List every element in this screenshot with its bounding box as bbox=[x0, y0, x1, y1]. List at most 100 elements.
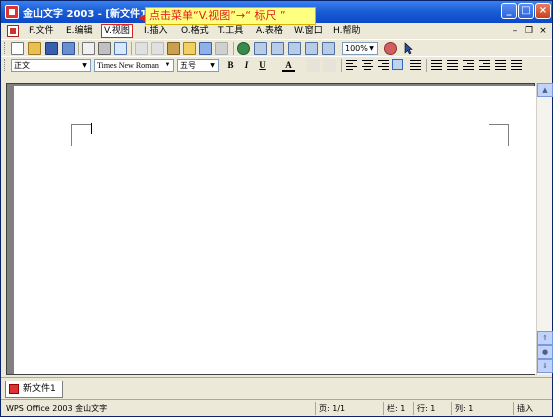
highlight-icon[interactable] bbox=[307, 59, 320, 72]
underline-button[interactable]: U bbox=[256, 59, 269, 72]
line-spacing-icon[interactable] bbox=[495, 60, 506, 71]
status-page: 页: 1/1 bbox=[315, 402, 383, 415]
margin-corner-top-left bbox=[71, 124, 91, 146]
toolbar-grip[interactable] bbox=[4, 59, 7, 71]
document-area bbox=[6, 83, 541, 375]
document-page[interactable] bbox=[14, 86, 541, 374]
menu-file[interactable]: F.文件 bbox=[27, 24, 56, 38]
redo-icon[interactable] bbox=[215, 42, 228, 55]
font-value: Times New Roman bbox=[97, 61, 159, 70]
menu-table[interactable]: A.表格 bbox=[254, 24, 285, 38]
menu-help[interactable]: H.帮助 bbox=[331, 24, 362, 38]
save-as-icon[interactable] bbox=[62, 42, 75, 55]
tab-label: 新文件1 bbox=[23, 384, 56, 394]
app-icon[interactable] bbox=[5, 5, 19, 19]
copy-icon[interactable] bbox=[151, 42, 164, 55]
separator bbox=[341, 59, 342, 72]
italic-button[interactable]: I bbox=[240, 59, 253, 72]
document-tabs-bar: 新文件1 bbox=[1, 377, 552, 399]
help-icon[interactable] bbox=[384, 42, 397, 55]
zoom-select[interactable]: 100% ▼ bbox=[342, 42, 378, 55]
undo-icon[interactable] bbox=[199, 42, 212, 55]
style-select[interactable]: 正文 ▼ bbox=[11, 59, 91, 72]
menu-view[interactable]: V.视图 bbox=[101, 24, 133, 38]
save-icon[interactable] bbox=[45, 42, 58, 55]
print-icon[interactable] bbox=[98, 42, 111, 55]
chevron-down-icon: ▼ bbox=[210, 62, 215, 69]
window-title: 金山文字 2003 - [新文件1] bbox=[23, 9, 152, 20]
decrease-indent-icon[interactable] bbox=[463, 60, 474, 71]
style-value: 正文 bbox=[14, 61, 30, 70]
numbering-icon[interactable] bbox=[447, 60, 458, 71]
doc-restore-icon[interactable]: ❐ bbox=[523, 25, 535, 37]
paste-icon[interactable] bbox=[167, 42, 180, 55]
align-right-icon[interactable] bbox=[378, 60, 389, 71]
spell-check-icon[interactable] bbox=[114, 42, 127, 55]
margin-corner-top-right bbox=[489, 124, 509, 146]
menu-tools[interactable]: T.工具 bbox=[216, 24, 245, 38]
insert-table-icon[interactable] bbox=[288, 42, 301, 55]
bullets-icon[interactable] bbox=[431, 60, 442, 71]
font-size-select[interactable]: 五号 ▼ bbox=[177, 59, 219, 72]
minimize-button[interactable]: _ bbox=[501, 3, 517, 19]
status-column: 栏: 1 bbox=[383, 402, 413, 415]
pointer-icon[interactable] bbox=[402, 42, 415, 55]
align-center-icon[interactable] bbox=[362, 60, 373, 71]
open-folder-icon[interactable] bbox=[28, 42, 41, 55]
menu-edit[interactable]: E.编辑 bbox=[64, 24, 95, 38]
separator bbox=[233, 42, 234, 55]
status-line: 行: 1 bbox=[413, 402, 451, 415]
chevron-down-icon: ▼ bbox=[369, 45, 374, 52]
drawing-icon[interactable] bbox=[322, 42, 335, 55]
status-mode[interactable]: 插入 bbox=[513, 402, 550, 415]
justify-icon[interactable] bbox=[392, 59, 403, 70]
font-color-button[interactable]: A bbox=[282, 59, 295, 72]
insert-picture-icon[interactable] bbox=[271, 42, 284, 55]
font-select[interactable]: Times New Roman ▼ bbox=[94, 59, 174, 72]
new-document-icon[interactable] bbox=[11, 42, 24, 55]
doc-close-icon[interactable]: × bbox=[537, 25, 549, 37]
align-left-icon[interactable] bbox=[346, 60, 357, 71]
vertical-scrollbar[interactable]: ▲ ⇑ ● ⇓ bbox=[536, 83, 553, 375]
chevron-down-icon: ▼ bbox=[82, 62, 87, 69]
font-size-value: 五号 bbox=[180, 61, 196, 70]
hyperlink-icon[interactable] bbox=[237, 42, 250, 55]
text-cursor bbox=[91, 123, 92, 134]
tab-new-document[interactable]: 新文件1 bbox=[5, 381, 63, 398]
separator bbox=[78, 42, 79, 55]
menu-insert[interactable]: I.插入 bbox=[142, 24, 170, 38]
paragraph-spacing-icon[interactable] bbox=[511, 60, 522, 71]
maximize-button[interactable]: □ bbox=[518, 3, 534, 19]
app-window: 金山文字 2003 - [新文件1] _ □ × 点击菜单“V.视图”→“ 标尺… bbox=[0, 0, 553, 417]
distribute-icon[interactable] bbox=[410, 60, 421, 71]
menu-bar: F.文件 E.编辑 V.视图 I.插入 O.格式 T.工具 A.表格 W.窗口 … bbox=[1, 23, 552, 39]
scroll-up-icon[interactable]: ▲ bbox=[537, 83, 553, 97]
document-tab-icon bbox=[9, 384, 19, 394]
format-painter-icon[interactable] bbox=[183, 42, 196, 55]
doc-minimize-icon[interactable]: – bbox=[509, 25, 521, 37]
standard-toolbar: 100% ▼ bbox=[1, 39, 552, 56]
toolbar-grip[interactable] bbox=[4, 42, 7, 54]
instruction-callout: 点击菜单“V.视图”→“ 标尺 ” bbox=[145, 7, 316, 25]
status-bar: WPS Office 2003 金山文字 页: 1/1 栏: 1 行: 1 列:… bbox=[1, 399, 552, 416]
document-icon[interactable] bbox=[7, 25, 19, 37]
char-border-icon[interactable] bbox=[323, 59, 336, 72]
select-browse-icon[interactable]: ● bbox=[537, 345, 553, 359]
prev-page-icon[interactable]: ⇑ bbox=[537, 331, 553, 345]
print-preview-icon[interactable] bbox=[82, 42, 95, 55]
status-col: 列: 1 bbox=[451, 402, 513, 415]
close-button[interactable]: × bbox=[535, 3, 551, 19]
next-page-icon[interactable]: ⇓ bbox=[537, 359, 553, 373]
insert-textbox-icon[interactable] bbox=[254, 42, 267, 55]
increase-indent-icon[interactable] bbox=[479, 60, 490, 71]
separator bbox=[131, 42, 132, 55]
bold-button[interactable]: B bbox=[224, 59, 237, 72]
insert-chart-icon[interactable] bbox=[305, 42, 318, 55]
menu-format[interactable]: O.格式 bbox=[179, 24, 211, 38]
format-toolbar: 正文 ▼ Times New Roman ▼ 五号 ▼ B I U A bbox=[1, 56, 552, 73]
cut-icon[interactable] bbox=[135, 42, 148, 55]
zoom-value: 100% bbox=[345, 44, 368, 53]
chevron-down-icon: ▼ bbox=[164, 62, 171, 68]
menu-window[interactable]: W.窗口 bbox=[292, 24, 325, 38]
status-app: WPS Office 2003 金山文字 bbox=[6, 404, 108, 413]
